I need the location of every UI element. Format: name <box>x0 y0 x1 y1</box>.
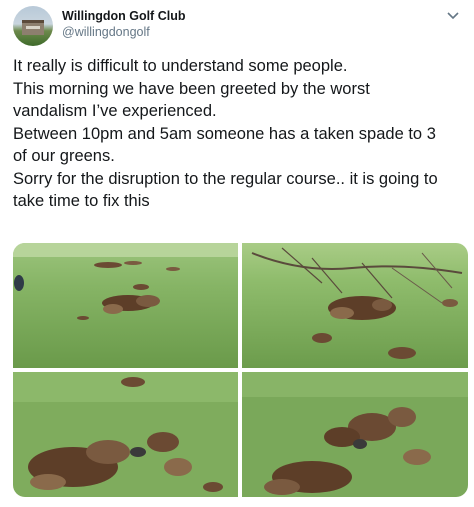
media-grid <box>13 243 468 497</box>
photo-damaged-green-wide[interactable] <box>13 243 238 368</box>
photo-dug-turf-closeup[interactable] <box>13 372 238 497</box>
tweet-header: Willingdon Golf Club @willingdongolf <box>62 8 185 40</box>
tweet-text-line: take time to fix this <box>13 192 150 210</box>
author-handle[interactable]: @willingdongolf <box>62 24 185 40</box>
tweet-text-line: vandalism I’ve experienced. <box>13 102 217 120</box>
clubhouse-avatar-icon <box>22 20 44 35</box>
tweet-text-line: It really is difficult to understand som… <box>13 57 348 75</box>
tweet-text-line: This morning we have been greeted by the… <box>13 79 370 98</box>
tweet-text-line: of our greens. <box>13 147 115 165</box>
photo-turf-around-hole[interactable] <box>242 372 468 497</box>
photo-turf-and-branch[interactable] <box>242 243 468 368</box>
profile-avatar[interactable] <box>13 6 53 46</box>
author-display-name[interactable]: Willingdon Golf Club <box>62 8 185 24</box>
tweet-card: Willingdon Golf Club @willingdongolf It … <box>0 0 474 507</box>
chevron-down-icon[interactable] <box>446 10 460 24</box>
tweet-text-line: Between 10pm and 5am someone has a taken… <box>13 124 436 143</box>
tweet-text: It really is difficult to understand som… <box>13 55 463 213</box>
tweet-text-line: Sorry for the disruption to the regular … <box>13 169 438 188</box>
